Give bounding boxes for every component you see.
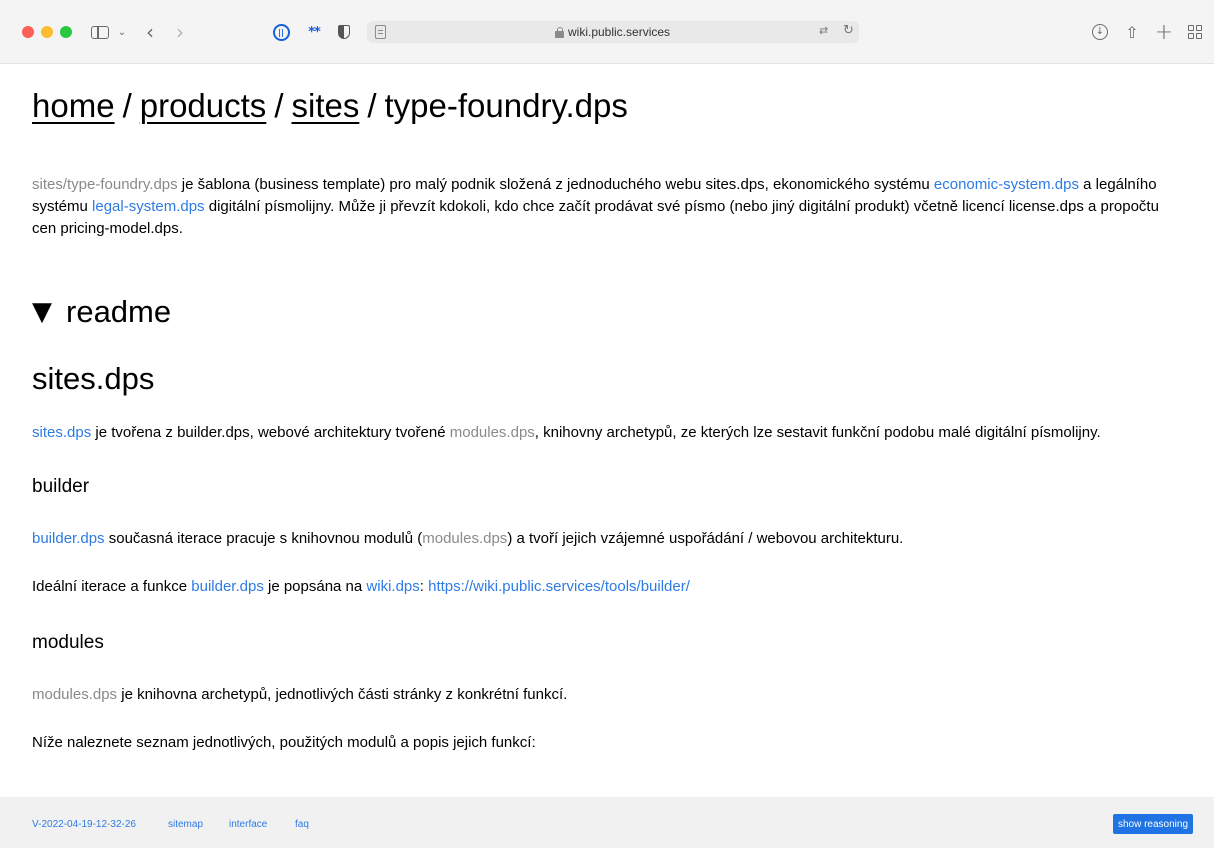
back-button[interactable]: ‹ [142,20,158,44]
half-shield-icon [338,25,350,39]
bitwarden-extension-button[interactable]: || [271,20,291,44]
downloads-button[interactable]: ↓ [1091,20,1109,44]
builder-paragraph-1: builder.dps současná iterace pracuje s k… [32,528,903,550]
wiki-dps-link[interactable]: wiki.dps [366,578,419,595]
address-bar[interactable]: wiki.public.services ⇄ ↻ [367,21,859,43]
reload-icon[interactable]: ↻ [843,23,854,38]
faq-link[interactable]: faq [295,819,309,830]
tab-group-chevron-down-icon[interactable]: ⌄ [116,20,128,44]
page-menu-icon[interactable] [375,25,386,39]
new-tab-button[interactable]: + [1155,20,1173,45]
builder-text: ) a tvoří jejich vzájemné uspořádání / w… [507,530,904,547]
builder-paragraph-2: Ideální iterace a funkce builder.dps je … [32,576,690,598]
bitwarden-shield-icon: || [272,23,290,41]
builder-dps-link[interactable]: builder.dps [191,578,264,595]
show-reasoning-button[interactable]: show reasoning [1113,814,1193,834]
sites-heading: sites.dps [32,361,155,396]
browser-toolbar: ⌄ ‹ › || ** wiki.public.services ⇄ ↻ ↓ ⇧… [0,0,1214,64]
minimize-window-button[interactable] [41,26,53,38]
extension-stars-icon[interactable]: ** [303,20,325,44]
triangle-down-icon: ▼ [32,297,52,327]
breadcrumb-separator: / [122,87,132,124]
modules-text: je knihovna archetypů, jednotlivých část… [117,686,568,703]
share-button[interactable]: ⇧ [1123,20,1141,44]
sites-text: je tvořena z builder.dps, webové archite… [91,424,450,441]
tab-overview-button[interactable] [1186,20,1204,44]
breadcrumb-current: type-foundry.dps [384,87,628,124]
builder-heading: builder [32,476,90,497]
builder-text: : [419,578,429,595]
sites-dps-link[interactable]: sites.dps [32,424,91,441]
modules-paragraph-2: Níže naleznete seznam jednotlivých, použ… [32,734,536,751]
builder-text: současná iterace pracuje s knihovnou mod… [104,530,423,547]
privacy-shield-button[interactable] [336,20,352,44]
download-arrow-icon: ↓ [1092,24,1108,40]
intro-text: je šablona (business template) pro malý … [177,176,934,193]
breadcrumb-separator: / [367,87,377,124]
translate-icon[interactable]: ⇄ [819,24,828,37]
sites-text: , knihovny archetypů, ze kterých lze ses… [534,424,1101,441]
legal-system-link[interactable]: legal-system.dps [92,198,205,215]
intro-paragraph: sites/type-foundry.dps je šablona (busin… [32,174,1182,240]
close-window-button[interactable] [22,26,34,38]
forward-button[interactable]: › [172,20,188,44]
breadcrumb-separator: / [274,87,284,124]
breadcrumb-home-link[interactable]: home [32,87,115,124]
economic-system-link[interactable]: economic-system.dps [934,176,1079,193]
sites-paragraph: sites.dps je tvořena z builder.dps, webo… [32,422,1101,444]
builder-text: Ideální iterace a funkce [32,578,192,595]
builder-text: je popsána na [263,578,367,595]
version-link[interactable]: V-2022-04-19-12-32-26 [32,819,136,830]
readme-heading: readme [66,294,172,329]
modules-heading: modules [32,632,104,653]
footer: V-2022-04-19-12-32-26 sitemap interface … [0,797,1214,848]
modules-dps-link[interactable]: modules.dps [450,424,535,441]
breadcrumb-sites-link[interactable]: sites [291,87,359,124]
builder-dps-link[interactable]: builder.dps [32,530,105,547]
breadcrumb-products-link[interactable]: products [140,87,267,124]
modules-dps-link[interactable]: modules.dps [32,686,117,703]
modules-dps-link[interactable]: modules.dps [422,530,507,547]
readme-toggle[interactable]: ▼ readme [32,292,171,332]
lock-icon [555,27,564,38]
sidebar-toggle-button[interactable] [89,20,111,44]
modules-paragraph-1: modules.dps je knihovna archetypů, jedno… [32,684,567,706]
zoom-window-button[interactable] [60,26,72,38]
builder-url-link[interactable]: https://wiki.public.services/tools/build… [428,578,690,595]
type-foundry-link[interactable]: sites/type-foundry.dps [32,176,178,193]
sidebar-icon [91,25,109,39]
sitemap-link[interactable]: sitemap [168,819,203,830]
interface-link[interactable]: interface [229,819,267,830]
breadcrumb: home / products / sites / type-foundry.dps [32,86,628,126]
tab-grid-icon [1188,25,1202,39]
url-text[interactable]: wiki.public.services [568,25,670,39]
